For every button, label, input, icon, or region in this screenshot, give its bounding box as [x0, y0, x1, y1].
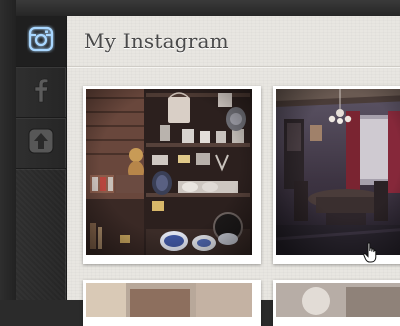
photo-thumbnail-1[interactable] — [83, 86, 261, 264]
main-panel: My Instagram — [67, 16, 400, 326]
header: My Instagram — [67, 16, 400, 67]
photo-thumbnail-4[interactable] — [273, 280, 400, 326]
dining-room-photo — [276, 89, 400, 261]
sidebar-item-upload[interactable] — [16, 118, 66, 169]
photo-thumbnail-2[interactable] — [273, 86, 400, 264]
window-frame-left — [0, 0, 16, 300]
sidebar — [16, 16, 67, 300]
upload-icon — [28, 128, 54, 158]
page-title: My Instagram — [84, 29, 229, 53]
photo-thumbnail-3[interactable] — [83, 280, 261, 326]
sidebar-empty-area — [16, 169, 66, 300]
kitchen-shelf-photo — [86, 89, 258, 261]
window-frame-top — [0, 0, 400, 16]
facebook-icon — [29, 77, 53, 107]
sidebar-item-instagram[interactable] — [16, 16, 66, 67]
photo-4 — [276, 283, 400, 323]
photo-3 — [86, 283, 258, 323]
hand-cursor-icon — [363, 242, 379, 268]
sidebar-item-facebook[interactable] — [16, 67, 66, 118]
instagram-icon — [27, 25, 55, 57]
